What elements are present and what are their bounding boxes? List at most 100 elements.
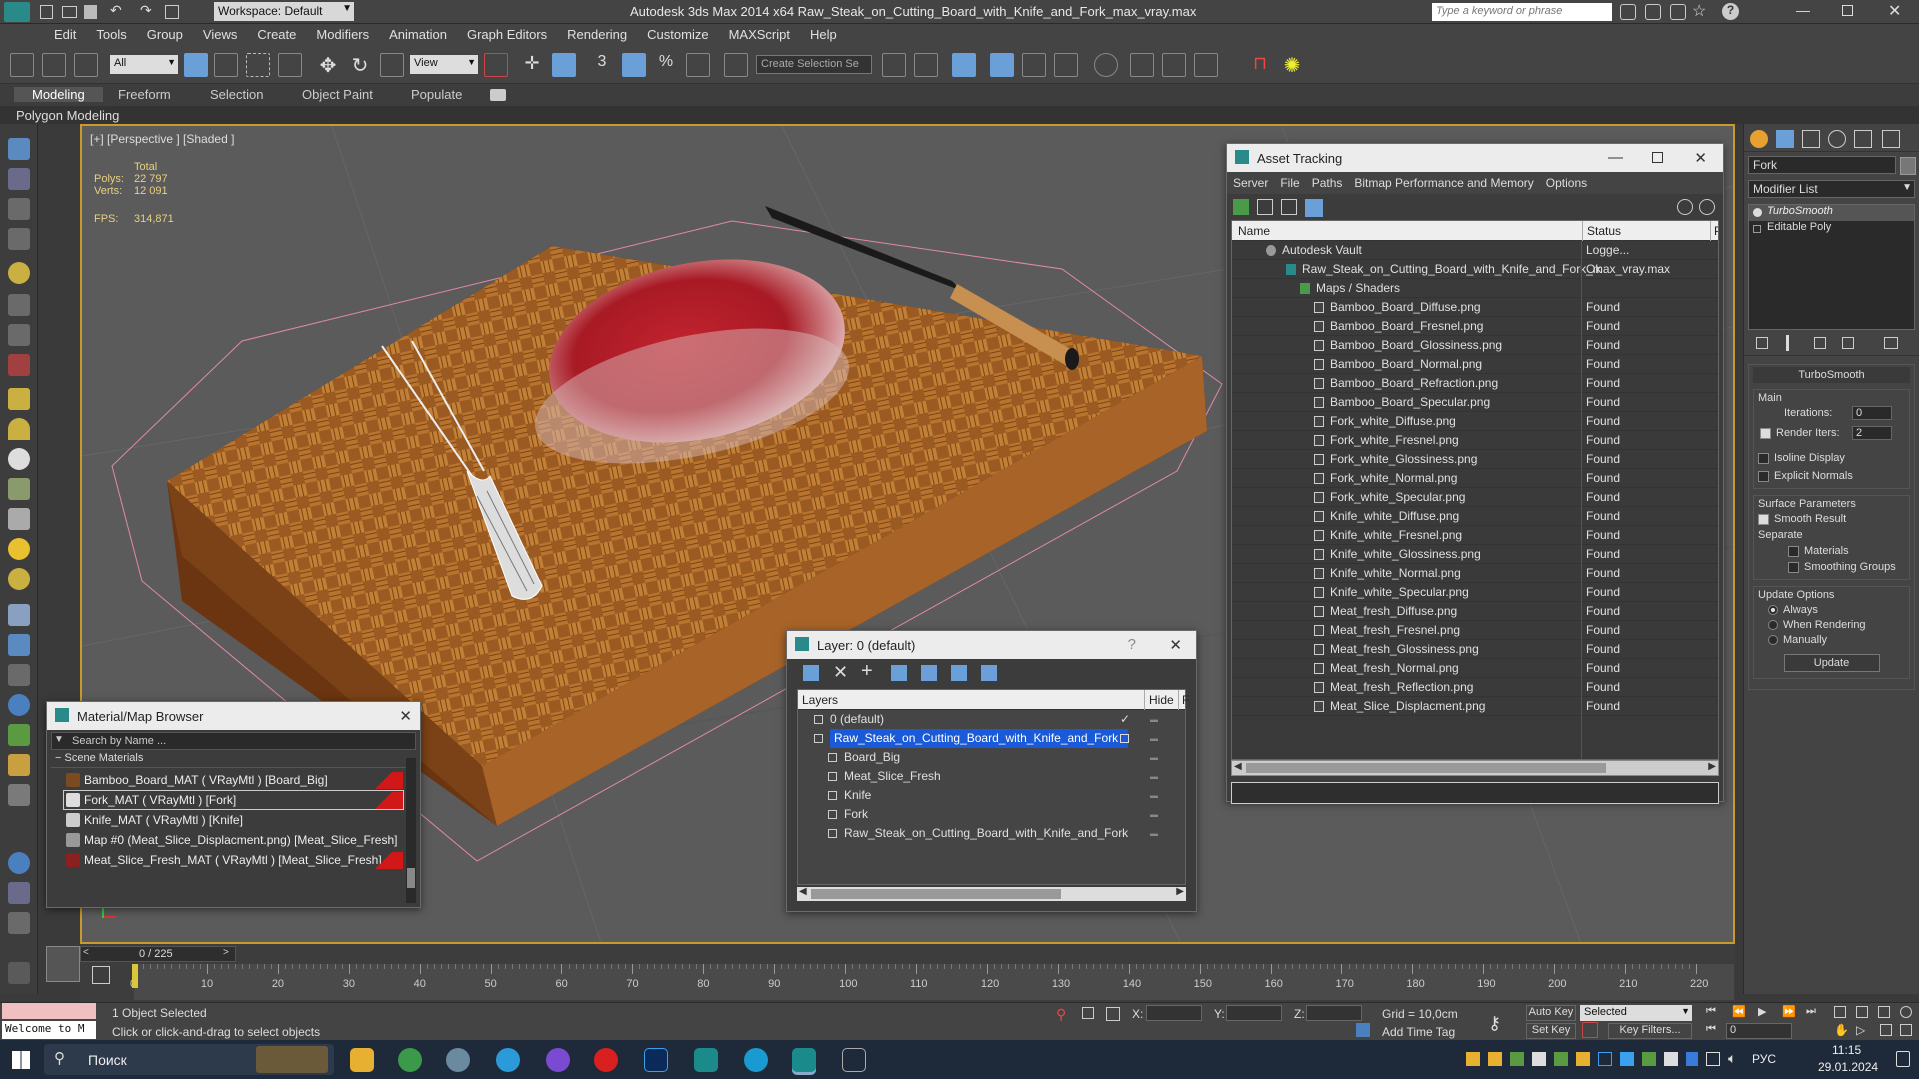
hide-toggle-icon[interactable]: ▬	[1150, 767, 1158, 786]
comm-center-icon[interactable]	[1670, 4, 1686, 20]
layer-row[interactable]: Raw_Steak_on_Cutting_Board_with_Knife_an…	[798, 729, 1185, 748]
layer-row[interactable]: Meat_Slice_Fresh ▬	[798, 767, 1185, 786]
app-logo-icon[interactable]	[4, 2, 30, 22]
expand-icon[interactable]	[1753, 225, 1761, 233]
object-color-swatch[interactable]	[1900, 157, 1916, 175]
iterations-spinner[interactable]: 0	[1852, 406, 1892, 420]
sun-icon[interactable]	[8, 538, 30, 560]
asset-row[interactable]: Fork_white_Diffuse.png Found	[1232, 412, 1718, 431]
timeline-ruler[interactable]: 0102030405060708090100110120130140150160…	[130, 964, 1734, 1000]
highlight-layer-icon[interactable]	[921, 665, 937, 681]
material-item[interactable]: Meat_Slice_Fresh_MAT ( VRayMtl ) [Meat_S…	[63, 850, 404, 870]
restore-icon[interactable]	[1842, 5, 1853, 16]
volume-icon[interactable]: 🔈︎	[1728, 1050, 1736, 1067]
modify-tab-icon[interactable]	[1776, 130, 1794, 148]
rect-selection-icon[interactable]	[246, 53, 270, 77]
absolute-mode-icon[interactable]	[1106, 1007, 1120, 1021]
time-tag-icon[interactable]	[1356, 1023, 1370, 1037]
render-setup-icon[interactable]	[1130, 53, 1154, 77]
at-menu-bitmap-perf[interactable]: Bitmap Performance and Memory	[1354, 176, 1533, 190]
telegram-icon[interactable]	[496, 1048, 520, 1072]
selection-filter-dropdown[interactable]: All ▼	[110, 55, 178, 74]
explicit-normals-row[interactable]: Explicit Normals	[1758, 470, 1905, 482]
scroll-left-icon[interactable]: ◀	[799, 886, 807, 897]
orbit-icon[interactable]	[1900, 1006, 1912, 1018]
asset-row[interactable]: Knife_white_Glossiness.png Found	[1232, 545, 1718, 564]
add-time-tag[interactable]: Add Time Tag	[1382, 1025, 1455, 1039]
menu-animation[interactable]: Animation	[379, 24, 457, 42]
set-key-icon[interactable]	[1582, 1022, 1598, 1038]
snaps-toggle-icon[interactable]: 3	[590, 53, 614, 77]
modifier-list-dropdown[interactable]: Modifier List ▼	[1748, 180, 1915, 198]
track-bar-toggle-icon[interactable]	[92, 966, 110, 984]
always-row[interactable]: Always	[1758, 604, 1905, 616]
asset-row[interactable]: Meat_fresh_Glossiness.png Found	[1232, 640, 1718, 659]
scroll-right-icon[interactable]: ▶	[1708, 761, 1716, 772]
listener-top-field[interactable]	[2, 1003, 96, 1019]
render-iters-checkbox[interactable]	[1760, 428, 1771, 439]
next-frame-icon[interactable]: >	[223, 947, 229, 958]
angle-snap-icon[interactable]	[622, 53, 646, 77]
menu-help[interactable]: Help	[800, 24, 847, 42]
detail-view-icon[interactable]	[1281, 199, 1297, 215]
delete-layer-icon[interactable]: ✕	[833, 662, 848, 683]
layer-horizontal-scrollbar[interactable]: ◀ ▶	[797, 886, 1186, 901]
hide-toggle-icon[interactable]: ▬	[1150, 729, 1158, 748]
smoothing-groups-row[interactable]: Smoothing Groups	[1758, 561, 1905, 573]
tray-icon-10[interactable]	[1664, 1052, 1678, 1066]
layer-manager-icon[interactable]	[952, 53, 976, 77]
menu-create[interactable]: Create	[247, 24, 306, 42]
menu-views[interactable]: Views	[193, 24, 247, 42]
asset-row[interactable]: Meat_fresh_Fresnel.png Found	[1232, 621, 1718, 640]
blue-sphere-icon[interactable]	[8, 852, 30, 874]
asset-row[interactable]: Bamboo_Board_Diffuse.png Found	[1232, 298, 1718, 317]
tray-icon-7[interactable]	[1598, 1052, 1612, 1066]
clock-date[interactable]: 29.01.2024	[1818, 1060, 1878, 1074]
when-rendering-row[interactable]: When Rendering	[1758, 619, 1905, 631]
bottom-tool-icon[interactable]	[8, 962, 30, 984]
asset-row[interactable]: Knife_white_Specular.png Found	[1232, 583, 1718, 602]
camera-icon[interactable]	[8, 354, 30, 376]
chevron-down-icon[interactable]: ▼	[54, 734, 64, 745]
save-file-icon[interactable]	[84, 5, 97, 19]
when-rendering-radio[interactable]	[1768, 620, 1778, 631]
at-menu-file[interactable]: File	[1280, 176, 1299, 190]
stack-item-turbosmooth[interactable]: TurboSmooth	[1749, 205, 1914, 221]
lightbulb-icon[interactable]	[1753, 208, 1762, 217]
rectangle-icon[interactable]	[8, 388, 30, 410]
notifications-icon[interactable]	[1896, 1051, 1910, 1067]
help-icon[interactable]	[1677, 199, 1693, 215]
asset-row[interactable]: Bamboo_Board_Specular.png Found	[1232, 393, 1718, 412]
refresh-icon[interactable]	[1233, 199, 1249, 215]
help-icon[interactable]: ?	[1722, 3, 1739, 20]
molecule-icon[interactable]	[8, 634, 30, 656]
tab-object-paint[interactable]: Object Paint	[302, 87, 373, 102]
particles-icon[interactable]	[8, 604, 30, 626]
zoom-region-icon[interactable]	[1878, 1006, 1890, 1018]
new-file-icon[interactable]	[40, 5, 53, 19]
curve-editor-icon[interactable]	[1022, 53, 1046, 77]
add-to-layer-icon[interactable]: +	[861, 660, 873, 683]
menu-customize[interactable]: Customize	[637, 24, 718, 42]
maximize-icon[interactable]	[1652, 152, 1663, 163]
tab-populate[interactable]: Populate	[411, 87, 462, 102]
tools-icon[interactable]	[1645, 4, 1661, 20]
asset-row[interactable]: Bamboo_Board_Glossiness.png Found	[1232, 336, 1718, 355]
key-icon[interactable]: ⚷	[1488, 1013, 1501, 1034]
time-config-icon[interactable]: ⏮	[1706, 1023, 1716, 1036]
input-language[interactable]: РУС	[1752, 1052, 1776, 1066]
project-folder-icon[interactable]	[165, 5, 179, 19]
tray-icon-8[interactable]	[1620, 1052, 1634, 1066]
isoline-row[interactable]: Isoline Display	[1758, 452, 1905, 464]
minimize-icon[interactable]: —	[1796, 2, 1810, 18]
layer-manager-titlebar[interactable]: Layer: 0 (default) ? ✕	[787, 631, 1196, 659]
named-selection-dropdown[interactable]: Create Selection Se	[756, 55, 872, 74]
sphere-icon[interactable]	[8, 448, 30, 470]
help-icon[interactable]: ?	[1128, 636, 1136, 653]
tripod-icon[interactable]	[8, 664, 30, 686]
search-box[interactable]: Type a keyword or phrase	[1432, 3, 1612, 21]
render-production-icon[interactable]	[1194, 53, 1218, 77]
tray-icon-9[interactable]	[1642, 1052, 1656, 1066]
render-icon[interactable]	[8, 882, 30, 904]
current-layer-box-icon[interactable]	[1120, 734, 1129, 743]
